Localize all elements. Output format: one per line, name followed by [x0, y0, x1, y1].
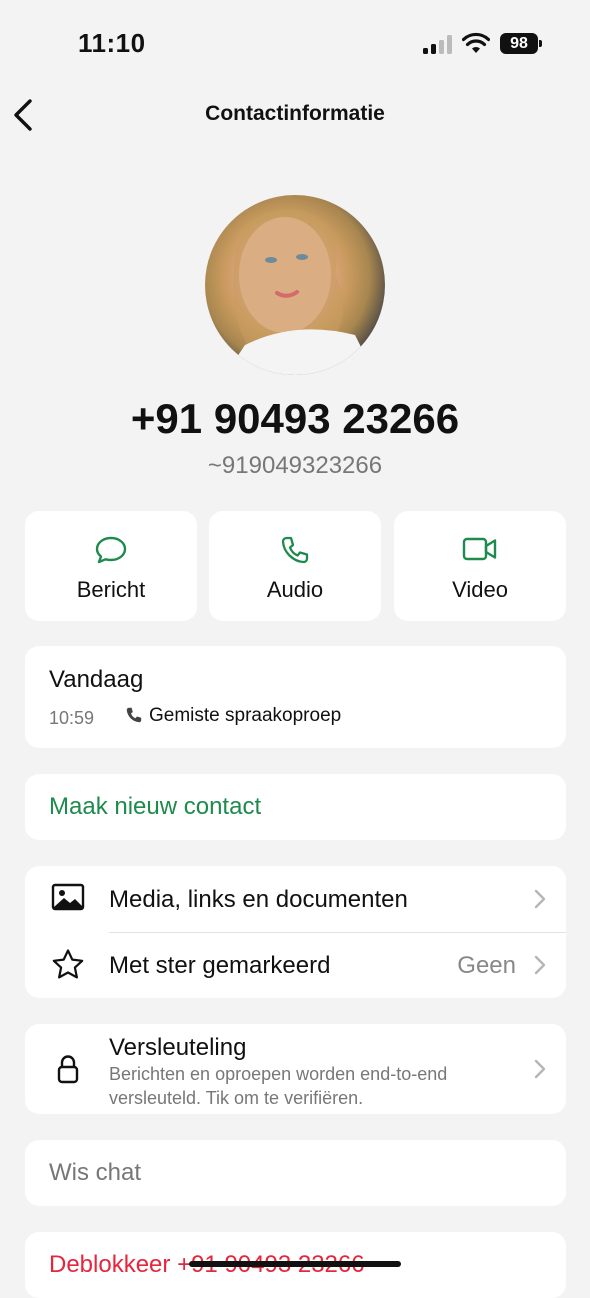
audio-call-button-label: Audio: [266, 577, 324, 602]
video-call-button-label: Video: [452, 577, 508, 602]
clear-chat-button[interactable]: Wis chat: [49, 1159, 141, 1187]
encryption-row[interactable]: Versleuteling Berichten en oproepen word…: [25, 1024, 566, 1114]
call-log-time: 10:59: [49, 708, 95, 728]
chevron-right-icon: [534, 1059, 546, 1079]
starred-messages-value: Geen: [457, 952, 516, 979]
call-log-description: Gemiste spraakoproep: [149, 705, 342, 726]
media-links-docs-row[interactable]: Media, links en documenten: [25, 866, 566, 933]
video-icon: [462, 537, 497, 561]
avatar[interactable]: [205, 195, 385, 375]
wifi-icon: [462, 32, 490, 53]
new-contact-link[interactable]: Maak nieuw contact: [49, 793, 261, 821]
status-time: 11:10: [78, 28, 146, 58]
audio-call-button[interactable]: Audio: [209, 511, 381, 621]
encryption-subtitle: Berichten en oproepen worden end-to-end …: [109, 1064, 448, 1108]
new-contact-card[interactable]: Maak nieuw contact: [25, 774, 566, 840]
media-card: Media, links en documenten Met ster gema…: [25, 866, 566, 998]
media-links-docs-label: Media, links en documenten: [109, 886, 408, 913]
message-button[interactable]: Bericht: [25, 511, 197, 621]
page-title: Contactinformatie: [205, 102, 385, 125]
chevron-right-icon: [534, 955, 546, 975]
battery-indicator: 98: [500, 33, 542, 54]
home-indicator: [189, 1261, 401, 1267]
encryption-title: Versleuteling: [109, 1034, 247, 1061]
navigation-bar: Contactinformatie: [0, 90, 590, 140]
message-icon: [95, 536, 127, 564]
call-log-card: Vandaag 10:59 Gemiste spraakoproep: [25, 646, 566, 748]
phone-icon: [281, 536, 309, 564]
call-log-day: Vandaag: [49, 666, 144, 693]
chevron-right-icon: [534, 889, 546, 909]
starred-messages-row[interactable]: Met ster gemarkeerd Geen: [25, 932, 566, 998]
video-call-button[interactable]: Video: [394, 511, 566, 621]
star-icon: [52, 949, 84, 979]
message-button-label: Bericht: [76, 577, 146, 602]
image-icon: [51, 883, 85, 911]
contact-alias: ~919049323266: [207, 452, 383, 479]
lock-icon: [57, 1055, 79, 1084]
contact-phone-number: +91 90493 23266: [130, 395, 460, 442]
clear-chat-card[interactable]: Wis chat: [25, 1140, 566, 1206]
status-bar: 11:10 98: [0, 0, 590, 90]
missed-call-phone-icon: [126, 707, 142, 723]
cellular-signal-icon: [423, 34, 453, 54]
starred-messages-label: Met ster gemarkeerd: [109, 952, 331, 979]
